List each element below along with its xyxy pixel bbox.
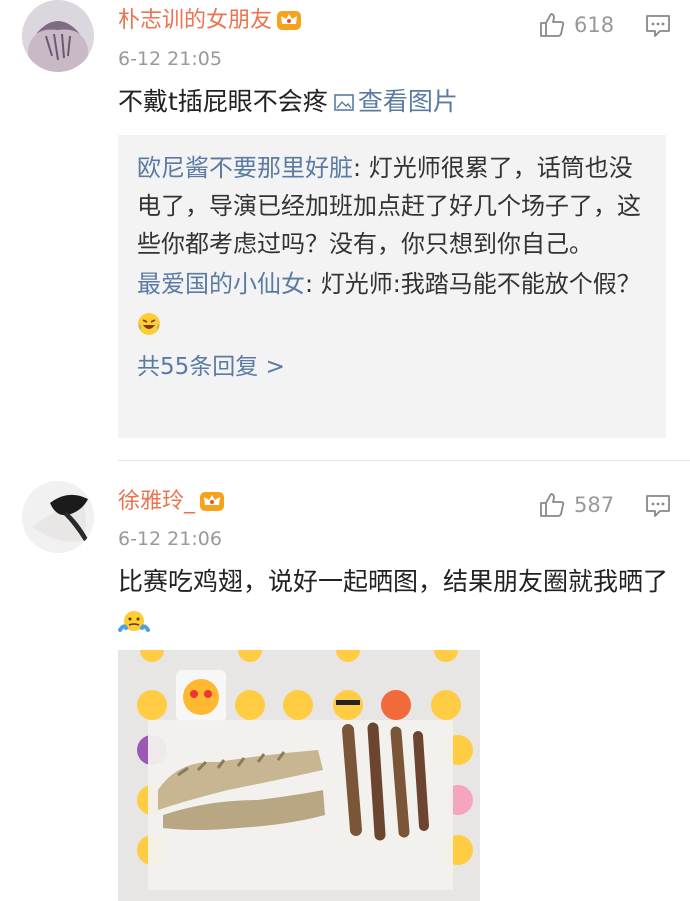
more-replies-link[interactable]: 共55条回复 > <box>137 351 646 383</box>
reply-icon[interactable] <box>645 494 671 518</box>
like-button[interactable]: 618 <box>538 10 614 40</box>
like-button[interactable]: 587 <box>538 490 614 520</box>
thumbs-up-icon <box>540 493 565 517</box>
attached-photo[interactable] <box>118 650 480 901</box>
comment-text: 比赛吃鸡翅，说好一起晒图，结果朋友圈就我晒了 <box>118 562 668 642</box>
reply-username[interactable]: 欧尼酱不要那里好脏 <box>137 154 353 182</box>
avatar[interactable] <box>22 0 94 72</box>
comment-text: 不戴t插屁眼不会疼 查看图片 <box>118 87 458 116</box>
thumbs-up-icon <box>540 13 565 37</box>
timestamp: 6-12 21:06 <box>118 528 222 550</box>
comment-2: 徐雅玲_ 6-12 21:06 587 比赛吃鸡翅，说好一起晒图，结果朋友圈就我… <box>0 468 690 901</box>
reply-item: 欧尼酱不要那里好脏: 灯光师很累了，话筒也没电了，导演已经加班加点赶了好几个场子… <box>137 154 641 258</box>
view-image-link[interactable]: 查看图片 <box>328 87 458 116</box>
comment-1: 朴志训的女朋友 6-12 21:05 618 不戴t插屁眼不会疼 查看图片 欧尼酱… <box>0 0 690 455</box>
reply-text: 灯光师:我踏马能不能放个假？ <box>320 270 641 298</box>
username[interactable]: 徐雅玲_ <box>118 487 225 517</box>
reply-item: 最爱国的小仙女: 灯光师:我踏马能不能放个假？ <box>137 265 646 341</box>
reply-icon[interactable] <box>645 14 671 38</box>
reply-thread: 欧尼酱不要那里好脏: 灯光师很累了，话筒也没电了，导演已经加班加点赶了好几个场子… <box>118 135 666 438</box>
reply-username[interactable]: 最爱国的小仙女 <box>137 270 305 298</box>
picture-icon <box>334 94 354 111</box>
avatar[interactable] <box>22 481 94 553</box>
laugh-cry-emoji <box>138 313 160 335</box>
shrug-emoji <box>118 611 150 632</box>
like-count: 618 <box>574 13 615 37</box>
username[interactable]: 朴志训的女朋友 <box>118 6 302 36</box>
divider <box>118 460 690 461</box>
like-count: 587 <box>574 493 615 517</box>
vip-crown-icon <box>200 492 225 511</box>
timestamp: 6-12 21:05 <box>118 48 222 70</box>
vip-crown-icon <box>277 11 302 30</box>
